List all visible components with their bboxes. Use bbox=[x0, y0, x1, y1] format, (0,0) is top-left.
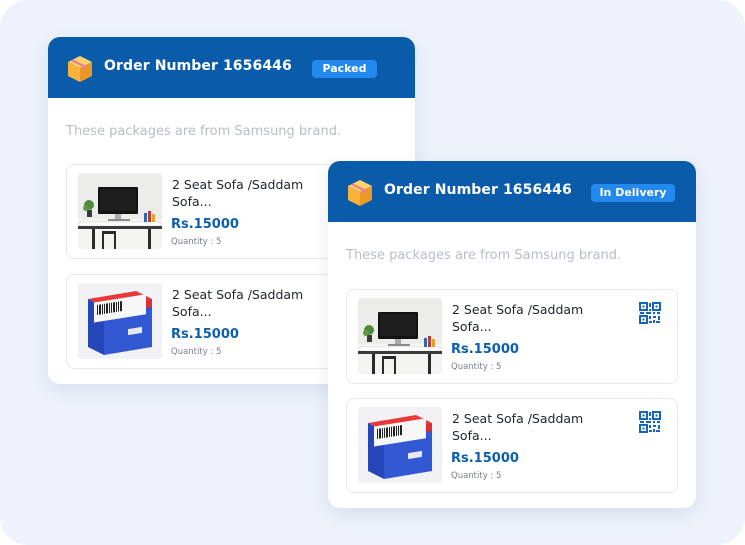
blue-product-box-image bbox=[78, 283, 162, 359]
item-quantity: Quantity : 5 bbox=[451, 471, 502, 481]
order-card-in-delivery: Order Number 1656446 In Delivery These p… bbox=[328, 161, 696, 508]
item-name: 2 Seat Sofa /Saddam Sofa... bbox=[452, 411, 584, 443]
order-card-header: Order Number 1656446 Packed bbox=[48, 37, 415, 98]
item-price: Rs.15000 bbox=[171, 217, 239, 232]
status-badge: Packed bbox=[312, 60, 377, 78]
order-card-header: Order Number 1656446 In Delivery bbox=[328, 161, 696, 222]
item-quantity: Quantity : 5 bbox=[451, 362, 502, 372]
brand-subtitle: These packages are from Samsung brand. bbox=[346, 248, 622, 263]
item-quantity: Quantity : 5 bbox=[171, 347, 222, 357]
blue-product-box-image bbox=[358, 407, 442, 483]
qr-code-icon[interactable] bbox=[638, 301, 662, 325]
qr-code-icon[interactable] bbox=[638, 410, 662, 434]
item-name: 2 Seat Sofa /Saddam Sofa... bbox=[172, 287, 304, 319]
item-quantity: Quantity : 5 bbox=[171, 237, 222, 247]
desk-computer-image bbox=[78, 173, 162, 249]
order-number-title: Order Number 1656446 bbox=[104, 58, 292, 74]
package-box-icon bbox=[65, 54, 95, 84]
item-price: Rs.15000 bbox=[171, 327, 239, 342]
desk-computer-image bbox=[358, 298, 442, 374]
order-item[interactable]: 2 Seat Sofa /Saddam Sofa... Rs.15000 Qua… bbox=[346, 289, 678, 384]
showcase-background: Order Number 1656446 Packed These packag… bbox=[0, 0, 745, 545]
order-number-title: Order Number 1656446 bbox=[384, 182, 572, 198]
brand-subtitle: These packages are from Samsung brand. bbox=[66, 124, 342, 139]
order-item[interactable]: 2 Seat Sofa /Saddam Sofa... Rs.15000 Qua… bbox=[346, 398, 678, 493]
package-box-icon bbox=[345, 178, 375, 208]
item-name: 2 Seat Sofa /Saddam Sofa... bbox=[452, 302, 584, 334]
status-badge: In Delivery bbox=[591, 184, 675, 202]
item-price: Rs.15000 bbox=[451, 451, 519, 466]
item-price: Rs.15000 bbox=[451, 342, 519, 357]
item-name: 2 Seat Sofa /Saddam Sofa... bbox=[172, 177, 304, 209]
